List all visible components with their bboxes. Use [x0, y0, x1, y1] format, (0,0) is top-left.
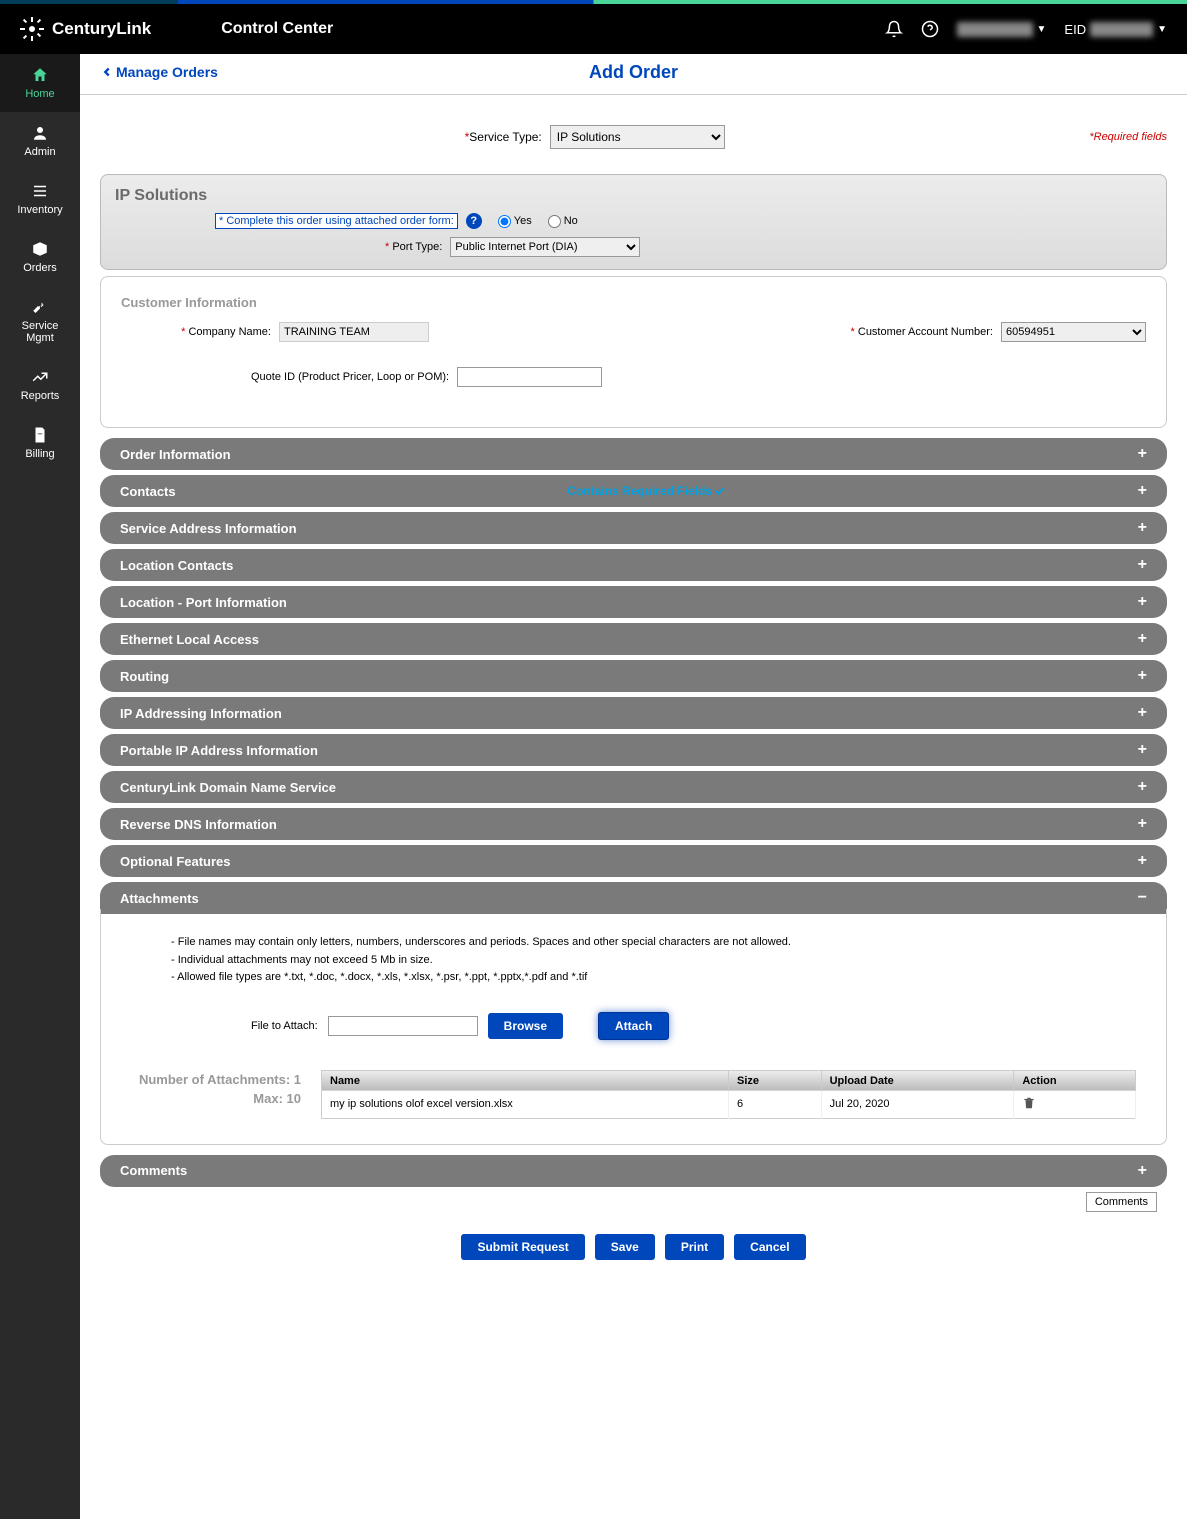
back-link[interactable]: Manage Orders — [100, 64, 218, 80]
cancel-button[interactable]: Cancel — [734, 1234, 805, 1260]
nav-reports[interactable]: Reports — [0, 356, 80, 414]
contains-required-badge: Contains Required Fields — [567, 484, 726, 498]
col-size: Size — [729, 1070, 822, 1091]
plus-icon: + — [1138, 519, 1147, 537]
plus-icon: + — [1138, 852, 1147, 870]
wrench-icon — [31, 298, 49, 316]
port-type-label: * Port Type: — [385, 241, 442, 253]
attach-button[interactable]: Attach — [598, 1012, 669, 1040]
user-icon — [31, 124, 49, 142]
user-menu[interactable]: xxxxxxxx▼ — [957, 22, 1047, 37]
print-button[interactable]: Print — [665, 1234, 724, 1260]
required-fields-note: *Required fields — [1089, 131, 1167, 143]
comments-tooltip: Comments — [1086, 1192, 1157, 1212]
sidebar: Home Admin Inventory Orders Service Mgmt… — [0, 54, 80, 1519]
customer-info-section: Customer Information * Company Name: * C… — [100, 276, 1167, 428]
save-button[interactable]: Save — [595, 1234, 655, 1260]
logo[interactable]: CenturyLink — [20, 17, 151, 41]
chevron-left-icon — [100, 65, 114, 79]
accordion-order-information[interactable]: Order Information+ — [100, 438, 1167, 470]
centurylink-logo-icon — [20, 17, 44, 41]
company-name-input[interactable] — [279, 322, 429, 342]
customer-info-title: Customer Information — [121, 295, 1146, 310]
nav-admin[interactable]: Admin — [0, 112, 80, 170]
account-number-select[interactable]: 60594951 — [1001, 322, 1146, 342]
nav-orders[interactable]: Orders — [0, 228, 80, 286]
attachment-count: Number of Attachments: 1 — [131, 1070, 301, 1090]
accordion-centurylink-domain-name-service[interactable]: CenturyLink Domain Name Service+ — [100, 771, 1167, 803]
ip-solutions-section: IP Solutions * Complete this order using… — [100, 174, 1167, 270]
box-icon — [31, 240, 49, 258]
company-name-label: * Company Name: — [121, 326, 271, 338]
bell-icon[interactable] — [885, 20, 903, 38]
attachment-max: Max: 10 — [131, 1089, 301, 1109]
accordion-routing[interactable]: Routing+ — [100, 660, 1167, 692]
service-type-label: *Service Type: — [465, 130, 542, 144]
ip-solutions-title: IP Solutions — [115, 187, 1152, 205]
plus-icon: + — [1138, 741, 1147, 759]
header: CenturyLink Control Center xxxxxxxx▼ EID… — [0, 4, 1187, 54]
accordion-ethernet-local-access[interactable]: Ethernet Local Access+ — [100, 623, 1167, 655]
accordion-comments[interactable]: Comments + — [100, 1155, 1167, 1187]
plus-icon: + — [1138, 445, 1147, 463]
col-date: Upload Date — [821, 1070, 1014, 1091]
file-to-attach-label: File to Attach: — [251, 1020, 318, 1032]
plus-icon: + — [1138, 1162, 1147, 1180]
port-type-select[interactable]: Public Internet Port (DIA) — [450, 237, 640, 257]
brand-text: CenturyLink — [52, 19, 151, 39]
account-number-label: * Customer Account Number: — [843, 326, 993, 338]
order-form-label: * Complete this order using attached ord… — [215, 213, 458, 229]
attachments-table: Name Size Upload Date Action my ip solut… — [321, 1070, 1136, 1119]
table-row: my ip solutions olof excel version.xlsx … — [322, 1091, 1136, 1119]
radio-no[interactable]: No — [548, 215, 578, 228]
minus-icon: − — [1138, 889, 1147, 907]
plus-icon: + — [1138, 593, 1147, 611]
accordion-location-port-information[interactable]: Location - Port Information+ — [100, 586, 1167, 618]
attachments-panel: - File names may contain only letters, n… — [100, 909, 1167, 1145]
product-name: Control Center — [221, 20, 333, 38]
attach-note-3: - Allowed file types are *.txt, *.doc, *… — [171, 969, 1136, 987]
help-icon[interactable] — [921, 20, 939, 38]
nav-inventory[interactable]: Inventory — [0, 170, 80, 228]
col-name: Name — [322, 1070, 729, 1091]
plus-icon: + — [1138, 630, 1147, 648]
chevron-down-icon: ▼ — [1037, 24, 1047, 35]
nav-billing[interactable]: Billing — [0, 414, 80, 472]
radio-yes[interactable]: Yes — [498, 215, 532, 228]
accordion-service-address-information[interactable]: Service Address Information+ — [100, 512, 1167, 544]
plus-icon: + — [1138, 667, 1147, 685]
col-action: Action — [1014, 1070, 1136, 1091]
nav-service-mgmt[interactable]: Service Mgmt — [0, 286, 80, 356]
list-icon — [31, 182, 49, 200]
accordion-optional-features[interactable]: Optional Features+ — [100, 845, 1167, 877]
trash-icon[interactable] — [1022, 1096, 1036, 1110]
plus-icon: + — [1138, 778, 1147, 796]
accordion-ip-addressing-information[interactable]: IP Addressing Information+ — [100, 697, 1167, 729]
attach-note-2: - Individual attachments may not exceed … — [171, 952, 1136, 970]
nav-home[interactable]: Home — [0, 54, 80, 112]
service-type-select[interactable]: IP Solutions — [550, 125, 725, 149]
chart-icon — [31, 368, 49, 386]
attach-note-1: - File names may contain only letters, n… — [171, 934, 1136, 952]
home-icon — [31, 66, 49, 84]
chevron-down-icon: ▼ — [1157, 24, 1167, 35]
help-icon[interactable]: ? — [466, 213, 482, 229]
page-title: Add Order — [589, 62, 678, 83]
plus-icon: + — [1138, 556, 1147, 574]
accordion-reverse-dns-information[interactable]: Reverse DNS Information+ — [100, 808, 1167, 840]
plus-icon: + — [1138, 704, 1147, 722]
browse-button[interactable]: Browse — [488, 1013, 563, 1039]
accordion-location-contacts[interactable]: Location Contacts+ — [100, 549, 1167, 581]
submit-button[interactable]: Submit Request — [461, 1234, 584, 1260]
main-content: Manage Orders Add Order *Service Type: I… — [80, 54, 1187, 1519]
eid-menu[interactable]: EIDxxxxxx▼ — [1064, 22, 1167, 37]
plus-icon: + — [1138, 815, 1147, 833]
file-input[interactable] — [328, 1016, 478, 1036]
accordion-contacts[interactable]: ContactsContains Required Fields+ — [100, 475, 1167, 507]
quote-id-input[interactable] — [457, 367, 602, 387]
quote-id-label: Quote ID (Product Pricer, Loop or POM): — [251, 371, 449, 383]
accordion-portable-ip-address-information[interactable]: Portable IP Address Information+ — [100, 734, 1167, 766]
document-icon — [31, 426, 49, 444]
plus-icon: + — [1138, 482, 1147, 500]
